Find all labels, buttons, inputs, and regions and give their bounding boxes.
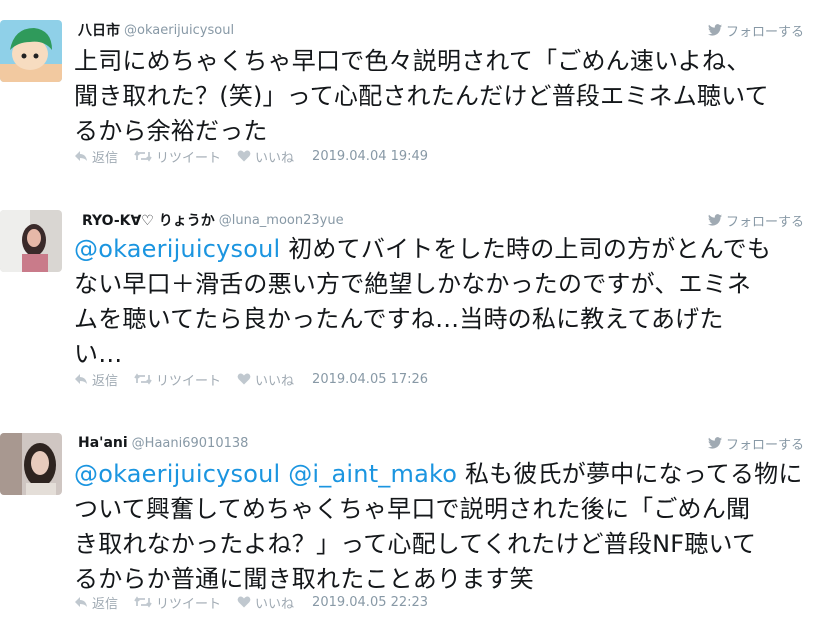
mention-link[interactable]: @okaerijuicysoul xyxy=(74,235,280,263)
tweet-text: 上司にめちゃくちゃ早口で色々説明されて「ごめん速いよね、 聞き取れた？(笑)」っ… xyxy=(74,44,814,149)
avatar[interactable] xyxy=(0,210,62,272)
retweet-button[interactable]: リツイート xyxy=(134,370,221,389)
bird-icon xyxy=(707,437,722,449)
follow-button[interactable]: フォローする xyxy=(707,210,804,230)
author-name[interactable]: RYO-K∀♡ りょうか xyxy=(82,210,215,230)
heart-icon xyxy=(237,150,251,162)
author-name[interactable]: 八日市 xyxy=(78,20,120,40)
heart-icon xyxy=(237,596,251,608)
like-label: いいね xyxy=(255,596,295,612)
reply-button[interactable]: 返信 xyxy=(74,147,118,166)
avatar[interactable] xyxy=(0,20,62,82)
retweet-label: リツイート xyxy=(156,373,222,389)
follow-label: フォローする xyxy=(725,214,804,230)
reply-button[interactable]: 返信 xyxy=(74,370,118,389)
like-button[interactable]: いいね xyxy=(237,370,294,389)
author-handle[interactable]: @luna_moon23yue xyxy=(219,213,344,228)
author-name[interactable]: Ha'ani xyxy=(78,435,128,451)
reply-label: 返信 xyxy=(92,150,119,166)
reply-label: 返信 xyxy=(92,596,119,612)
retweet-label: リツイート xyxy=(156,596,222,612)
tweet-date[interactable]: 2019.04.04 19:49 xyxy=(312,149,428,164)
reply-icon xyxy=(75,597,87,607)
bird-icon xyxy=(707,214,722,226)
reply-icon xyxy=(75,374,87,384)
follow-label: フォローする xyxy=(725,437,804,453)
retweet-button[interactable]: リツイート xyxy=(134,147,221,166)
author-handle[interactable]: @okaerijuicysoul xyxy=(124,23,234,38)
retweet-label: リツイート xyxy=(156,150,222,166)
like-label: いいね xyxy=(255,150,295,166)
like-button[interactable]: いいね xyxy=(237,147,294,166)
tweet-date[interactable]: 2019.04.05 17:26 xyxy=(312,372,428,387)
tweet-text: @okaerijuicysoul 初めてバイトをした時の上司の方がとんでも ない… xyxy=(74,232,814,372)
like-label: いいね xyxy=(255,373,295,389)
like-button[interactable]: いいね xyxy=(237,593,294,612)
retweet-icon xyxy=(134,150,152,162)
retweet-icon xyxy=(134,373,152,385)
retweet-icon xyxy=(134,596,152,608)
reply-label: 返信 xyxy=(92,373,119,389)
reply-button[interactable]: 返信 xyxy=(74,593,118,612)
tweet-date[interactable]: 2019.04.05 22:23 xyxy=(312,595,428,610)
mention-link[interactable]: @i_aint_mako xyxy=(288,460,457,488)
follow-button[interactable]: フォローする xyxy=(707,433,804,453)
mention-link[interactable]: @okaerijuicysoul xyxy=(74,460,280,488)
tweet-text-content: 上司にめちゃくちゃ早口で色々説明されて「ごめん速いよね、 聞き取れた？(笑)」っ… xyxy=(74,47,769,145)
reply-icon xyxy=(75,151,87,161)
follow-button[interactable]: フォローする xyxy=(707,20,804,40)
bird-icon xyxy=(707,24,722,36)
heart-icon xyxy=(237,373,251,385)
avatar[interactable] xyxy=(0,433,62,495)
author-handle[interactable]: @Haani69010138 xyxy=(132,436,249,451)
tweet-text: @okaerijuicysoul @i_aint_mako 私も彼氏が夢中になっ… xyxy=(74,457,814,597)
follow-label: フォローする xyxy=(725,24,804,40)
retweet-button[interactable]: リツイート xyxy=(134,593,221,612)
